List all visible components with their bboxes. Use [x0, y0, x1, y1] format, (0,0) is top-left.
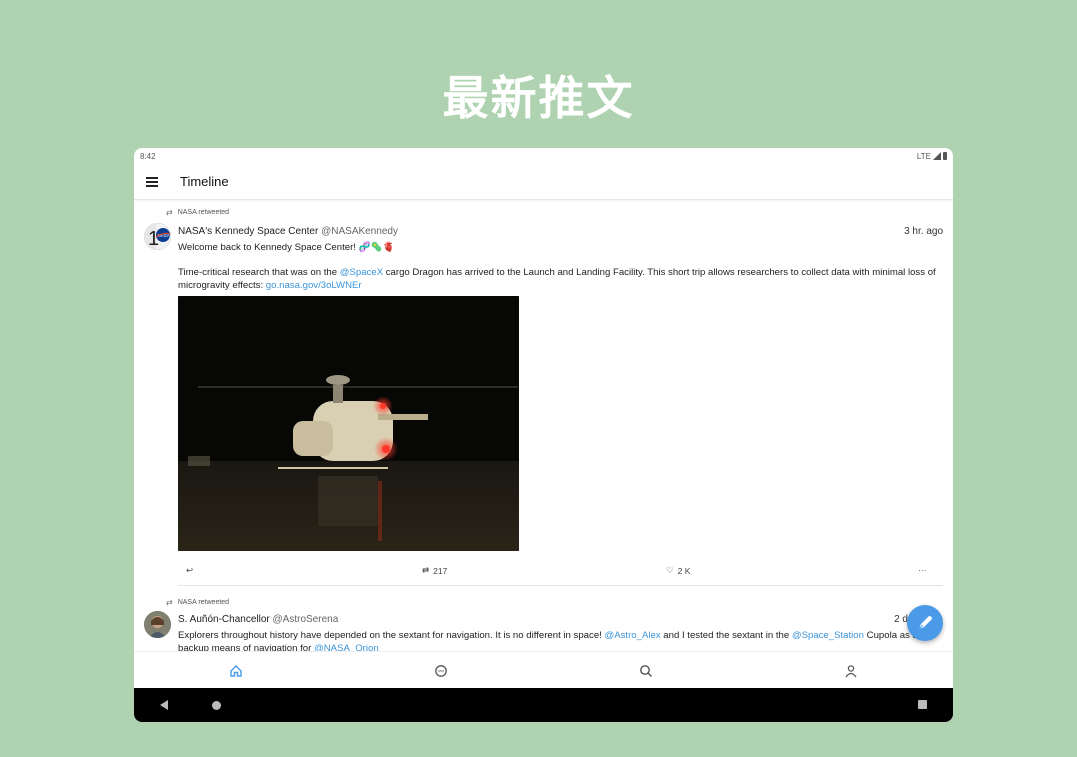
- nav-home[interactable]: [134, 652, 339, 689]
- retweet-count: 217: [433, 565, 448, 576]
- status-time: 8:42: [140, 151, 156, 161]
- tweet-body-text: Explorers throughout history have depend…: [178, 630, 605, 641]
- menu-icon[interactable]: [146, 175, 158, 189]
- compose-button[interactable]: [907, 605, 943, 641]
- author-handle[interactable]: @NASAKennedy: [321, 226, 398, 237]
- battery-icon: [943, 152, 947, 160]
- heart-icon: ♡: [666, 565, 674, 575]
- home-button-icon[interactable]: [212, 701, 221, 710]
- home-icon: [230, 664, 243, 677]
- app-title: Timeline: [180, 174, 229, 189]
- status-bar: 8:42 LTE: [134, 148, 953, 164]
- tweet-header: NASA's Kennedy Space Center @NASAKennedy…: [178, 226, 943, 237]
- more-icon: ···: [918, 565, 927, 575]
- retweeted-by-label: NASA retweeted: [177, 209, 230, 216]
- profile-icon: [845, 664, 857, 677]
- recent-apps-icon[interactable]: [918, 700, 927, 709]
- mention-link[interactable]: @Astro_Alex: [604, 630, 660, 641]
- retweet-indicator: ⇄ NASA retweeted: [166, 598, 229, 607]
- compose-icon: [918, 616, 932, 630]
- avatar[interactable]: [144, 611, 171, 638]
- tweet-body-text: and I tested the sextant in the: [660, 630, 792, 641]
- mention-link[interactable]: @NASA_Orion: [314, 643, 379, 652]
- more-button[interactable]: ···: [918, 565, 927, 575]
- tweet-body: Time-critical research that was on the @…: [178, 267, 943, 292]
- tweet-body: Explorers throughout history have depend…: [178, 630, 943, 651]
- nav-profile[interactable]: [748, 652, 953, 689]
- author-name[interactable]: NASA's Kennedy Space Center: [178, 226, 318, 237]
- mention-link[interactable]: @Space_Station: [792, 630, 864, 641]
- nav-search[interactable]: [544, 652, 749, 689]
- retweet-small-icon: ⇄: [166, 598, 173, 607]
- messages-icon: [435, 664, 447, 677]
- retweet-indicator: ⇄ NASA retweeted: [166, 208, 229, 217]
- back-icon[interactable]: [160, 700, 168, 710]
- like-button[interactable]: ♡ 2 K: [666, 565, 690, 576]
- system-navigation-bar: [134, 688, 953, 722]
- author-handle[interactable]: @AstroSerena: [273, 614, 339, 625]
- reply-button[interactable]: ↩: [186, 565, 193, 576]
- app-bar: Timeline: [134, 164, 953, 200]
- bottom-navigation: [134, 651, 953, 689]
- signal-icon: [933, 152, 941, 160]
- retweet-button[interactable]: ⇄ 217: [422, 565, 447, 576]
- retweeted-by-label: NASA retweeted: [177, 599, 230, 606]
- mention-link[interactable]: @SpaceX: [340, 267, 383, 278]
- reply-icon: ↩: [186, 565, 194, 575]
- tweet-header: S. Auñón-Chancellor @AstroSerena 2 days …: [178, 614, 943, 625]
- tweet-body-text: Time-critical research that was on the: [178, 267, 340, 278]
- author-name[interactable]: S. Auñón-Chancellor: [178, 614, 270, 625]
- status-icons: LTE: [917, 152, 947, 161]
- tweet-time: 3 hr. ago: [904, 226, 943, 237]
- like-count: 2 K: [677, 565, 691, 576]
- banner-title: 最新推文: [442, 71, 635, 125]
- network-label: LTE: [916, 151, 931, 161]
- tweet-actions: ↩ ⇄ 217 ♡ 2 K ···: [178, 565, 943, 579]
- device-screen: 8:42 LTE Timeline ⇄ NASA retweeted 1 NAS…: [134, 148, 953, 722]
- nav-messages[interactable]: [339, 652, 544, 689]
- divider: [178, 585, 943, 586]
- search-icon: [639, 664, 652, 677]
- tweet-line1: Welcome back to Kennedy Space Center! 🧬🦠…: [178, 242, 395, 253]
- avatar[interactable]: 1 NASA: [144, 223, 171, 250]
- timeline[interactable]: ⇄ NASA retweeted 1 NASA NASA's Kennedy S…: [134, 200, 953, 651]
- url-link[interactable]: go.nasa.gov/3oLWNEr: [266, 280, 362, 291]
- tweet-media-image[interactable]: [178, 296, 519, 551]
- retweet-small-icon: ⇄: [166, 208, 173, 217]
- retweet-icon: ⇄: [422, 565, 430, 575]
